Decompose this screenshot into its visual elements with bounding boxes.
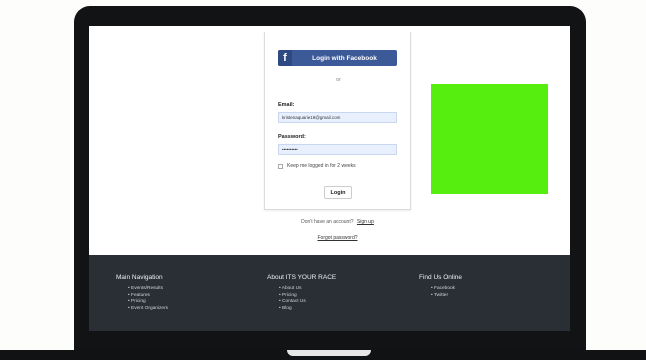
- or-divider: or: [336, 77, 341, 83]
- no-account-text: Don't have an account?: [301, 219, 354, 225]
- signup-link[interactable]: Sign up: [357, 219, 374, 225]
- footer-link-contact-us[interactable]: Contact Us: [279, 299, 336, 306]
- facebook-icon: f: [278, 50, 292, 66]
- site-footer: Main Navigation Events/Results Features …: [89, 255, 570, 331]
- signup-prompt: Don't have an account? Sign up: [264, 219, 411, 225]
- forgot-password-link[interactable]: Forgot password?: [317, 235, 357, 241]
- email-label: Email:: [278, 102, 295, 108]
- login-with-facebook-button[interactable]: f Login with Facebook: [278, 50, 397, 66]
- remember-me-row: Keep me logged in for 2 weeks: [278, 163, 356, 169]
- laptop-notch: [287, 350, 371, 356]
- remember-me-checkbox[interactable]: [278, 163, 283, 169]
- footer-link-facebook[interactable]: Facebook: [431, 286, 462, 293]
- email-field[interactable]: [278, 112, 397, 123]
- footer-link-events-results[interactable]: Events/Results: [128, 286, 168, 293]
- footer-heading: Main Navigation: [116, 274, 163, 281]
- footer-link-blog[interactable]: Blog: [279, 306, 336, 313]
- forgot-password-row: Forgot password?: [264, 235, 411, 241]
- password-field[interactable]: [278, 144, 397, 155]
- login-button[interactable]: Login: [324, 186, 352, 199]
- footer-column-about: About ITS YOUR RACE About Us Pricing Con…: [267, 274, 336, 312]
- remember-me-label: Keep me logged in for 2 weeks: [287, 163, 356, 169]
- password-label: Password:: [278, 134, 306, 140]
- footer-column-find-us-online: Find Us Online Facebook Twitter: [419, 274, 462, 299]
- footer-link-pricing[interactable]: Pricing: [128, 299, 168, 306]
- facebook-button-label: Login with Facebook: [312, 54, 377, 62]
- screen: f Login with Facebook or Email: Password…: [89, 26, 570, 331]
- footer-column-main-navigation: Main Navigation Events/Results Features …: [116, 274, 168, 312]
- footer-link-about-us[interactable]: About Us: [279, 286, 336, 293]
- footer-link-twitter[interactable]: Twitter: [431, 293, 462, 300]
- login-card: f Login with Facebook or Email: Password…: [264, 32, 411, 210]
- green-placeholder-block: [431, 84, 548, 194]
- footer-heading: About ITS YOUR RACE: [267, 274, 337, 281]
- footer-link-event-organizers[interactable]: Event Organizers: [128, 306, 168, 313]
- footer-heading: Find Us Online: [419, 274, 462, 281]
